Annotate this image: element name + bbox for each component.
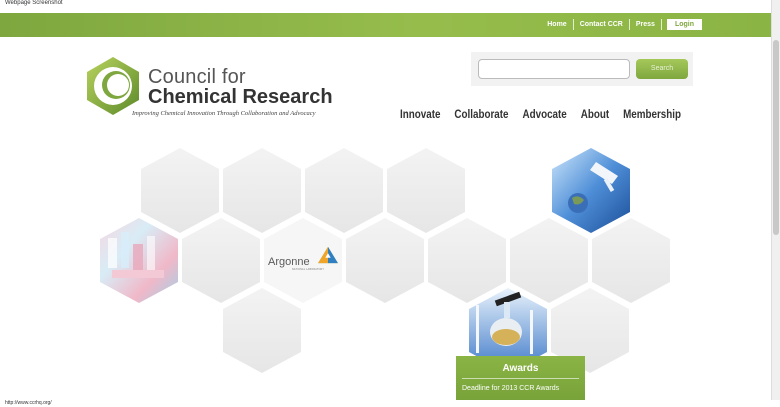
hex-tile: [346, 218, 424, 303]
hex-tile: [510, 218, 588, 303]
topnav-home-link[interactable]: Home: [541, 21, 572, 28]
argonne-triangle-icon: [318, 246, 338, 264]
awards-title: Awards: [502, 363, 539, 374]
top-nav: Home Contact CCR Press Login: [541, 19, 702, 30]
scrollbar-thumb[interactable]: [773, 40, 779, 235]
hex-tile: [141, 148, 219, 233]
argonne-subtitle: NATIONAL LABORATORY: [292, 268, 325, 271]
vertical-scrollbar[interactable]: [771, 0, 780, 400]
login-button[interactable]: Login: [666, 19, 702, 30]
argonne-logo[interactable]: Argonne NATIONAL LABORATORY: [268, 246, 340, 274]
search-button[interactable]: Search: [636, 59, 688, 79]
hex-image-lab-bottles: [100, 218, 178, 303]
status-bar: http://www.ccrhq.org/: [0, 400, 780, 407]
nav-collaborate[interactable]: Collaborate: [454, 107, 508, 121]
nav-innovate[interactable]: Innovate: [400, 107, 440, 121]
hex-tile: [592, 218, 670, 303]
topnav-contact-link[interactable]: Contact CCR: [574, 21, 629, 28]
nav-about[interactable]: About: [581, 107, 609, 121]
argonne-name: Argonne: [268, 256, 310, 268]
nav-advocate[interactable]: Advocate: [522, 107, 566, 121]
hex-tile: [223, 288, 301, 373]
hex-image-globe: [552, 148, 630, 233]
logo-line2: Chemical Research: [148, 86, 333, 108]
hex-tile: [305, 148, 383, 233]
awards-panel[interactable]: Awards Deadline for 2013 CCR Awards: [456, 356, 585, 400]
main-nav: Innovate Collaborate Advocate About Memb…: [400, 107, 681, 121]
hex-tile: [182, 218, 260, 303]
awards-link[interactable]: Deadline for 2013 CCR Awards: [462, 385, 559, 392]
awards-divider: [462, 378, 579, 379]
hex-tile: [387, 148, 465, 233]
window-caption: Webpage Screenshot: [5, 0, 63, 6]
search-input[interactable]: [478, 59, 630, 79]
topnav-press-link[interactable]: Press: [630, 21, 661, 28]
hexagon-gallery: [100, 148, 670, 373]
hex-tile: [223, 148, 301, 233]
ccr-logo-icon[interactable]: [83, 56, 143, 116]
nav-membership[interactable]: Membership: [623, 107, 681, 121]
topnav-divider: [660, 19, 662, 30]
hex-tile: [428, 218, 506, 303]
logo-tagline: Improving Chemical Innovation Through Co…: [132, 110, 316, 117]
status-url: http://www.ccrhq.org/: [5, 400, 52, 406]
